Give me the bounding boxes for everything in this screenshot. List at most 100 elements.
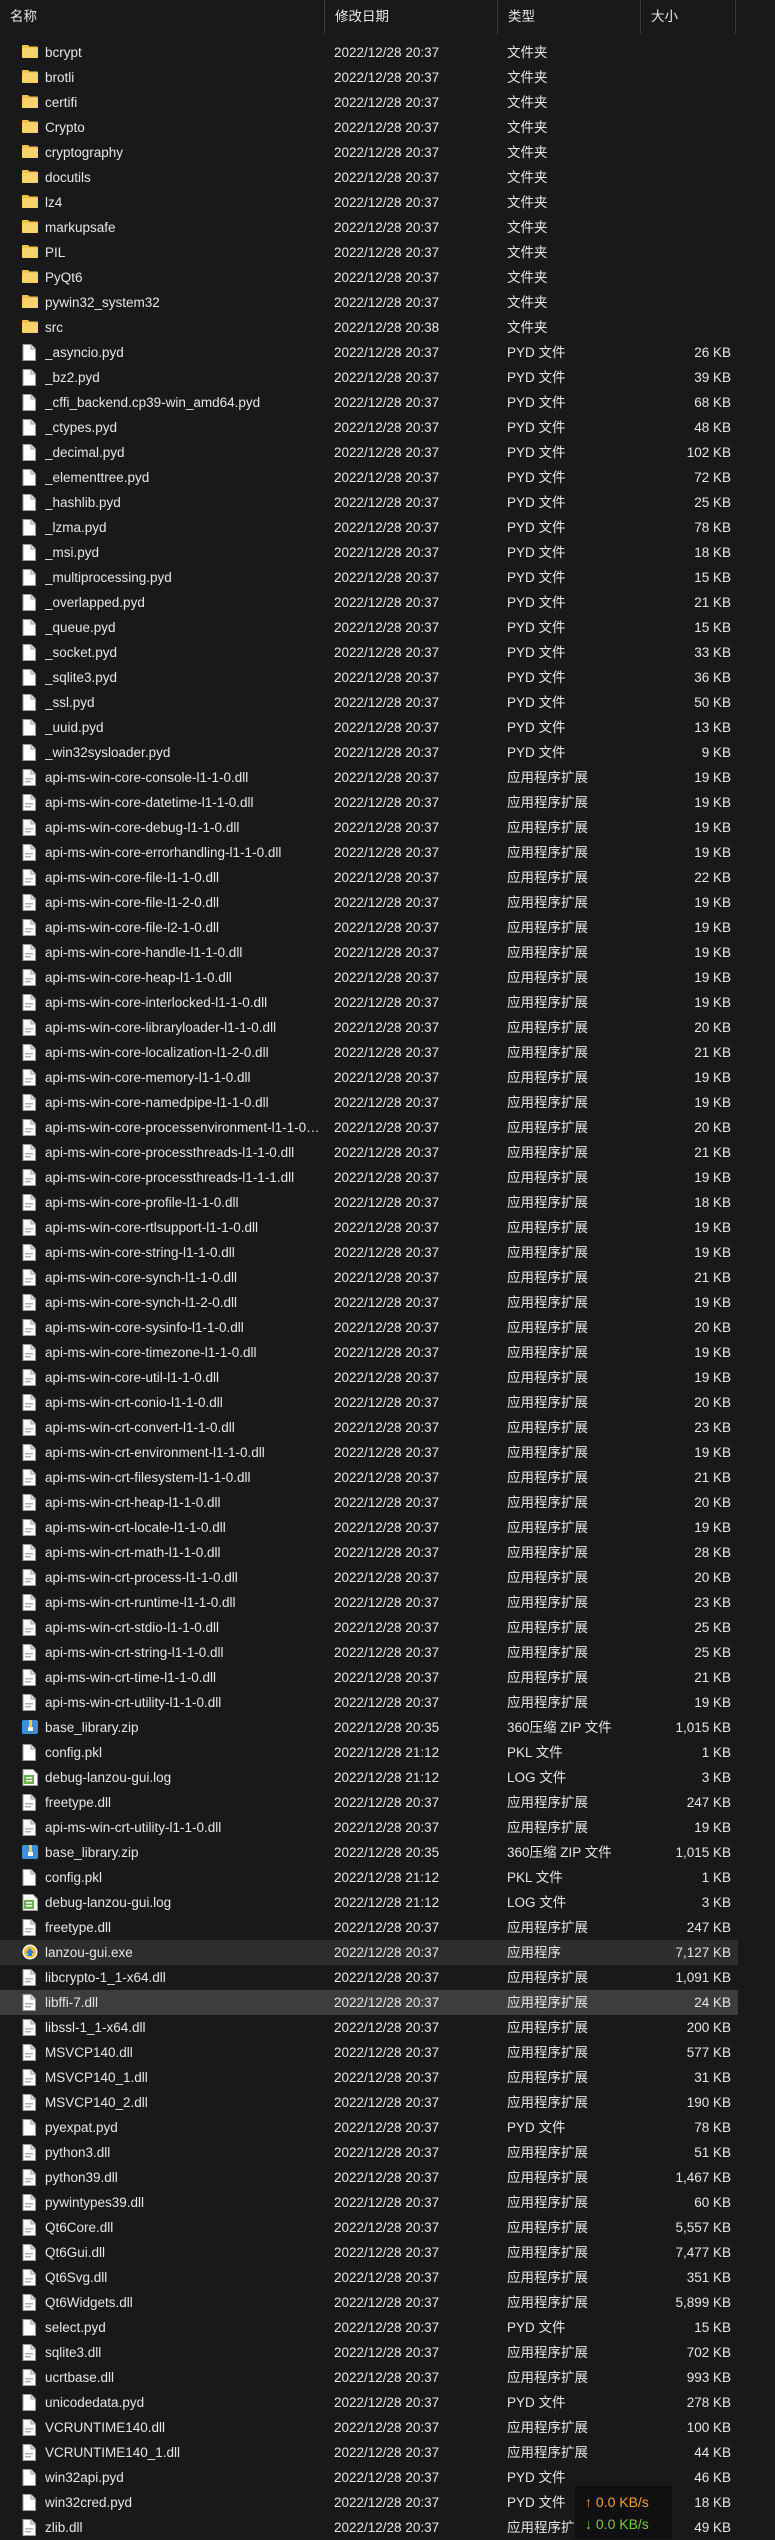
file-row[interactable]: api-ms-win-core-heap-l1-1-0.dll 2022/12/2… (0, 965, 738, 990)
folder-row[interactable]: brotli 2022/12/28 20:37 文件夹 (0, 65, 738, 90)
file-row[interactable]: _socket.pyd 2022/12/28 20:37 PYD 文件 33 KB (0, 640, 738, 665)
file-row[interactable]: api-ms-win-core-util-l1-1-0.dll 2022/12/2… (0, 1365, 738, 1390)
file-row[interactable]: _uuid.pyd 2022/12/28 20:37 PYD 文件 13 KB (0, 715, 738, 740)
file-row[interactable]: pywintypes39.dll 2022/12/28 20:37 应用程序扩展 60… (0, 2190, 738, 2215)
file-row[interactable]: _sqlite3.pyd 2022/12/28 20:37 PYD 文件 36 KB (0, 665, 738, 690)
column-header-size[interactable]: 大小 (641, 0, 736, 34)
file-row[interactable]: sqlite3.dll 2022/12/28 20:37 应用程序扩展 702 KB (0, 2340, 738, 2365)
file-row[interactable]: api-ms-win-crt-heap-l1-1-0.dll 2022/12/28… (0, 1490, 738, 1515)
file-row[interactable]: base_library.zip 2022/12/28 20:35 360压缩 ZI… (0, 1840, 738, 1865)
file-row[interactable]: _elementtree.pyd 2022/12/28 20:37 PYD 文件 72… (0, 465, 738, 490)
file-row[interactable]: api-ms-win-core-synch-l1-1-0.dll 2022/12/… (0, 1265, 738, 1290)
file-row[interactable]: api-ms-win-core-timezone-l1-1-0.dll 2022/… (0, 1340, 738, 1365)
file-row[interactable]: api-ms-win-crt-utility-l1-1-0.dll 2022/12… (0, 1690, 738, 1715)
folder-row[interactable]: pywin32_system32 2022/12/28 20:37 文件夹 (0, 290, 738, 315)
file-row[interactable]: api-ms-win-crt-runtime-l1-1-0.dll 2022/12… (0, 1590, 738, 1615)
file-row[interactable]: freetype.dll 2022/12/28 20:37 应用程序扩展 247 KB (0, 1915, 738, 1940)
folder-row[interactable]: src 2022/12/28 20:38 文件夹 (0, 315, 738, 340)
file-row[interactable]: _overlapped.pyd 2022/12/28 20:37 PYD 文件 21 … (0, 590, 738, 615)
file-row[interactable]: api-ms-win-crt-process-l1-1-0.dll 2022/12… (0, 1565, 738, 1590)
file-row[interactable]: api-ms-win-crt-locale-l1-1-0.dll 2022/12/… (0, 1515, 738, 1540)
folder-row[interactable]: bcrypt 2022/12/28 20:37 文件夹 (0, 40, 738, 65)
folder-row[interactable]: certifi 2022/12/28 20:37 文件夹 (0, 90, 738, 115)
column-header-type[interactable]: 类型 (498, 0, 641, 34)
file-row[interactable]: libcrypto-1_1-x64.dll 2022/12/28 20:37 应用程… (0, 1965, 738, 1990)
file-row[interactable]: api-ms-win-core-rtlsupport-l1-1-0.dll 202… (0, 1215, 738, 1240)
file-row[interactable]: api-ms-win-crt-stdio-l1-1-0.dll 2022/12/2… (0, 1615, 738, 1640)
file-row[interactable]: pyexpat.pyd 2022/12/28 20:37 PYD 文件 78 KB (0, 2115, 738, 2140)
file-row[interactable]: base_library.zip 2022/12/28 20:35 360压缩 ZI… (0, 1715, 738, 1740)
folder-row[interactable]: docutils 2022/12/28 20:37 文件夹 (0, 165, 738, 190)
file-row[interactable]: api-ms-win-core-namedpipe-l1-1-0.dll 2022… (0, 1090, 738, 1115)
file-row[interactable]: _ssl.pyd 2022/12/28 20:37 PYD 文件 50 KB (0, 690, 738, 715)
file-row[interactable]: _bz2.pyd 2022/12/28 20:37 PYD 文件 39 KB (0, 365, 738, 390)
folder-row[interactable]: PyQt6 2022/12/28 20:37 文件夹 (0, 265, 738, 290)
file-row[interactable]: api-ms-win-core-localization-l1-2-0.dll 2… (0, 1040, 738, 1065)
file-row[interactable]: api-ms-win-core-file-l1-2-0.dll 2022/12/2… (0, 890, 738, 915)
file-row[interactable]: api-ms-win-crt-conio-l1-1-0.dll 2022/12/2… (0, 1390, 738, 1415)
file-row[interactable]: libffi-7.dll 2022/12/28 20:37 应用程序扩展 24 KB (0, 1990, 738, 2015)
file-row[interactable]: config.pkl 2022/12/28 21:12 PKL 文件 1 KB (0, 1740, 738, 1765)
file-row[interactable]: _msi.pyd 2022/12/28 20:37 PYD 文件 18 KB (0, 540, 738, 565)
file-row[interactable]: api-ms-win-core-processthreads-l1-1-0.dl… (0, 1140, 738, 1165)
file-row[interactable]: api-ms-win-core-file-l2-1-0.dll 2022/12/2… (0, 915, 738, 940)
file-row[interactable]: python3.dll 2022/12/28 20:37 应用程序扩展 51 KB (0, 2140, 738, 2165)
file-row[interactable]: api-ms-win-crt-string-l1-1-0.dll 2022/12/… (0, 1640, 738, 1665)
file-row[interactable]: api-ms-win-core-debug-l1-1-0.dll 2022/12/… (0, 815, 738, 840)
file-row[interactable]: freetype.dll 2022/12/28 20:37 应用程序扩展 247 KB (0, 1790, 738, 1815)
file-row[interactable]: _asyncio.pyd 2022/12/28 20:37 PYD 文件 26 KB (0, 340, 738, 365)
file-row[interactable]: api-ms-win-core-string-l1-1-0.dll 2022/12… (0, 1240, 738, 1265)
file-row[interactable]: api-ms-win-crt-math-l1-1-0.dll 2022/12/28… (0, 1540, 738, 1565)
file-row[interactable]: Qt6Widgets.dll 2022/12/28 20:37 应用程序扩展 5,89… (0, 2290, 738, 2315)
file-row[interactable]: _cffi_backend.cp39-win_amd64.pyd 2022/12/… (0, 390, 738, 415)
file-row[interactable]: api-ms-win-crt-filesystem-l1-1-0.dll 2022… (0, 1465, 738, 1490)
file-row[interactable]: _ctypes.pyd 2022/12/28 20:37 PYD 文件 48 KB (0, 415, 738, 440)
file-row[interactable]: api-ms-win-core-processenvironment-l1-1-… (0, 1115, 738, 1140)
file-row[interactable]: _decimal.pyd 2022/12/28 20:37 PYD 文件 102 KB (0, 440, 738, 465)
file-row[interactable]: VCRUNTIME140_1.dll 2022/12/28 20:37 应用程序扩展… (0, 2440, 738, 2465)
file-row[interactable]: api-ms-win-core-profile-l1-1-0.dll 2022/1… (0, 1190, 738, 1215)
file-row[interactable]: api-ms-win-core-console-l1-1-0.dll 2022/1… (0, 765, 738, 790)
file-row[interactable]: api-ms-win-core-sysinfo-l1-1-0.dll 2022/1… (0, 1315, 738, 1340)
file-row[interactable]: api-ms-win-core-handle-l1-1-0.dll 2022/12… (0, 940, 738, 965)
file-row[interactable]: python39.dll 2022/12/28 20:37 应用程序扩展 1,467 … (0, 2165, 738, 2190)
file-row[interactable]: VCRUNTIME140.dll 2022/12/28 20:37 应用程序扩展 10… (0, 2415, 738, 2440)
folder-row[interactable]: lz4 2022/12/28 20:37 文件夹 (0, 190, 738, 215)
file-row[interactable]: MSVCP140_2.dll 2022/12/28 20:37 应用程序扩展 190 … (0, 2090, 738, 2115)
folder-row[interactable]: Crypto 2022/12/28 20:37 文件夹 (0, 115, 738, 140)
folder-row[interactable]: markupsafe 2022/12/28 20:37 文件夹 (0, 215, 738, 240)
file-row[interactable]: Qt6Svg.dll 2022/12/28 20:37 应用程序扩展 351 KB (0, 2265, 738, 2290)
file-row[interactable]: _queue.pyd 2022/12/28 20:37 PYD 文件 15 KB (0, 615, 738, 640)
file-row[interactable]: debug-lanzou-gui.log 2022/12/28 21:12 LOG … (0, 1765, 738, 1790)
file-row[interactable]: api-ms-win-core-file-l1-1-0.dll 2022/12/2… (0, 865, 738, 890)
file-row[interactable]: api-ms-win-crt-convert-l1-1-0.dll 2022/12… (0, 1415, 738, 1440)
file-row[interactable]: api-ms-win-core-processthreads-l1-1-1.dl… (0, 1165, 738, 1190)
file-row[interactable]: libssl-1_1-x64.dll 2022/12/28 20:37 应用程序扩展… (0, 2015, 738, 2040)
file-row[interactable]: api-ms-win-crt-environment-l1-1-0.dll 202… (0, 1440, 738, 1465)
file-row[interactable]: api-ms-win-core-datetime-l1-1-0.dll 2022/… (0, 790, 738, 815)
file-row[interactable]: _hashlib.pyd 2022/12/28 20:37 PYD 文件 25 KB (0, 490, 738, 515)
file-row[interactable]: _win32sysloader.pyd 2022/12/28 20:37 PYD 文… (0, 740, 738, 765)
folder-row[interactable]: PIL 2022/12/28 20:37 文件夹 (0, 240, 738, 265)
file-row[interactable]: Qt6Core.dll 2022/12/28 20:37 应用程序扩展 5,557 K… (0, 2215, 738, 2240)
file-row[interactable]: MSVCP140_1.dll 2022/12/28 20:37 应用程序扩展 31 K… (0, 2065, 738, 2090)
file-row[interactable]: api-ms-win-crt-time-l1-1-0.dll 2022/12/28… (0, 1665, 738, 1690)
file-row[interactable]: Qt6Gui.dll 2022/12/28 20:37 应用程序扩展 7,477 KB (0, 2240, 738, 2265)
file-row[interactable]: api-ms-win-core-errorhandling-l1-1-0.dll… (0, 840, 738, 865)
file-row[interactable]: api-ms-win-core-libraryloader-l1-1-0.dll… (0, 1015, 738, 1040)
folder-row[interactable]: cryptography 2022/12/28 20:37 文件夹 (0, 140, 738, 165)
file-row[interactable]: _multiprocessing.pyd 2022/12/28 20:37 PYD … (0, 565, 738, 590)
file-row[interactable]: api-ms-win-core-interlocked-l1-1-0.dll 20… (0, 990, 738, 1015)
column-header-date[interactable]: 修改日期 (325, 0, 498, 34)
file-row[interactable]: ucrtbase.dll 2022/12/28 20:37 应用程序扩展 993 KB (0, 2365, 738, 2390)
file-row[interactable]: MSVCP140.dll 2022/12/28 20:37 应用程序扩展 577 KB (0, 2040, 738, 2065)
file-row[interactable]: select.pyd 2022/12/28 20:37 PYD 文件 15 KB (0, 2315, 738, 2340)
file-row[interactable]: api-ms-win-core-memory-l1-1-0.dll 2022/12… (0, 1065, 738, 1090)
file-row[interactable]: api-ms-win-crt-utility-l1-1-0.dll 2022/12… (0, 1815, 738, 1840)
column-header-name[interactable]: 名称 (0, 0, 325, 34)
file-row[interactable]: config.pkl 2022/12/28 21:12 PKL 文件 1 KB (0, 1865, 738, 1890)
file-row[interactable]: debug-lanzou-gui.log 2022/12/28 21:12 LOG … (0, 1890, 738, 1915)
file-row[interactable]: _lzma.pyd 2022/12/28 20:37 PYD 文件 78 KB (0, 515, 738, 540)
file-row[interactable]: unicodedata.pyd 2022/12/28 20:37 PYD 文件 278… (0, 2390, 738, 2415)
file-row[interactable]: api-ms-win-core-synch-l1-2-0.dll 2022/12/… (0, 1290, 738, 1315)
